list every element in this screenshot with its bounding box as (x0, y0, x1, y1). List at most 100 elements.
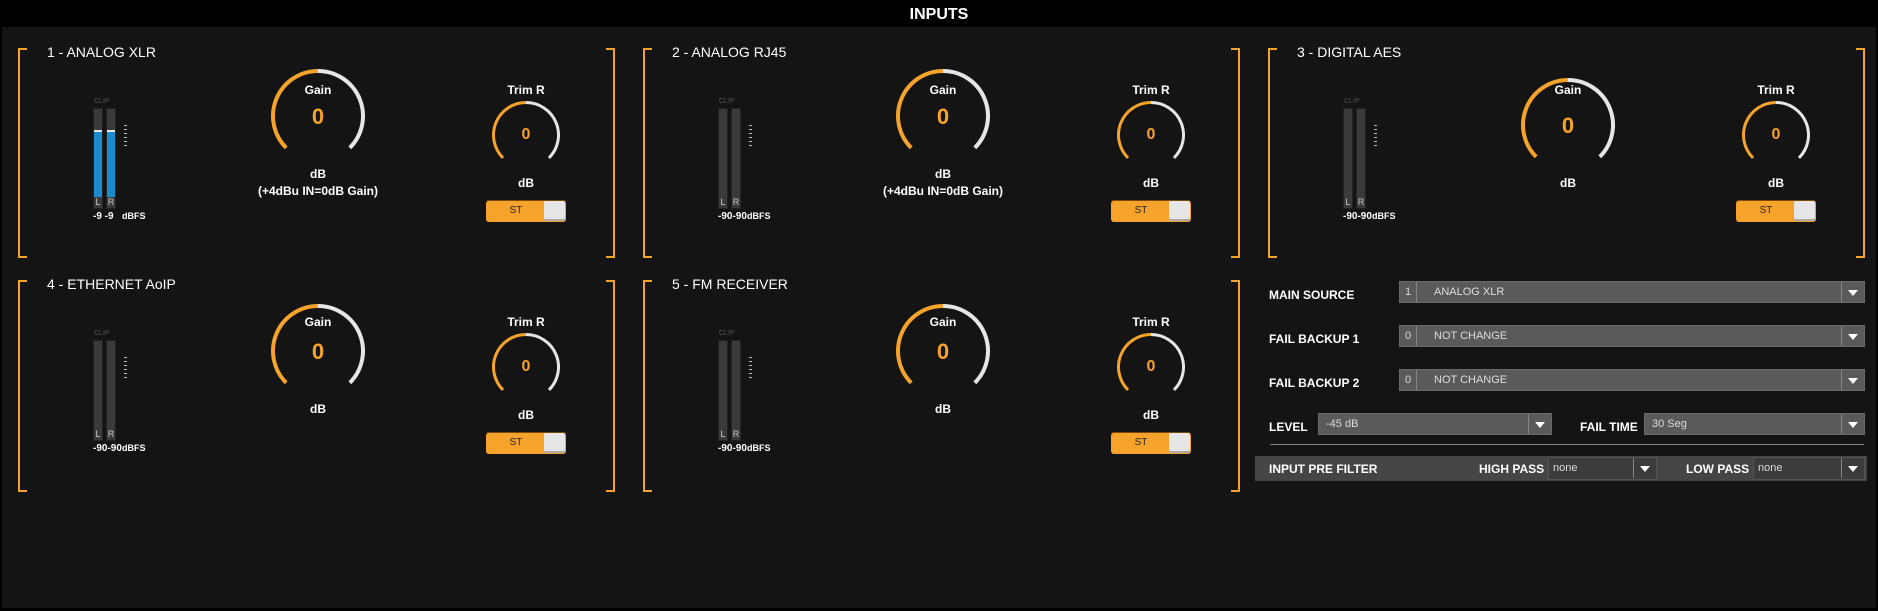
toggle-thumb[interactable] (544, 433, 565, 453)
gain-value: 0 (1561, 113, 1575, 138)
meter-bar-left: L (93, 108, 103, 209)
panel-bracket-left (1268, 48, 1277, 258)
trim-unit: dB (518, 408, 534, 422)
channel-label-right: R (107, 429, 115, 440)
fail-backup-2-select[interactable]: 0 NOT CHANGE (1399, 369, 1865, 391)
meter-scale (749, 125, 752, 147)
trim-knob[interactable]: 0 (491, 332, 561, 402)
channel-label-left: L (719, 429, 727, 440)
panel-bracket-right (1231, 48, 1240, 258)
meter-bar-left: L (718, 340, 728, 441)
high-pass-select[interactable]: none (1548, 457, 1657, 480)
meter-bar-left: L (93, 340, 103, 441)
page-title: INPUTS (2, 3, 1876, 27)
divider (1270, 444, 1864, 445)
low-pass-label: LOW PASS (1686, 462, 1750, 476)
panel-bracket-right (606, 280, 615, 492)
meter-bar-right: R (106, 108, 116, 209)
input-pre-filter-bar: INPUT PRE FILTER HIGH PASS none LOW PASS… (1255, 456, 1867, 481)
level-select[interactable]: -45 dB (1318, 413, 1552, 435)
chevron-down-icon[interactable] (1841, 282, 1864, 302)
chevron-down-icon[interactable] (1841, 370, 1864, 390)
trim-knob[interactable]: 0 (1741, 100, 1811, 170)
stereo-toggle[interactable]: ST (1111, 200, 1191, 222)
level-meter: CLIP L R -90-90 dBFS (718, 98, 808, 228)
chevron-down-icon[interactable] (1841, 458, 1864, 478)
toggle-thumb[interactable] (1794, 201, 1815, 221)
trim-label: Trim R (1132, 315, 1170, 329)
inputs-page: INPUTS 1 - ANALOG XLR CLIP L R -9 -9 dBF… (2, 3, 1876, 608)
meter-scale (749, 357, 752, 379)
channel-label-right: R (732, 197, 740, 208)
clip-indicator: CLIP (719, 98, 735, 105)
fail-backup-2-value: NOT CHANGE (1434, 374, 1508, 386)
clip-indicator: CLIP (94, 98, 110, 105)
fail-backup-2-label: FAIL BACKUP 2 (1269, 376, 1360, 390)
fail-backup-1-select[interactable]: 0 NOT CHANGE (1399, 325, 1865, 347)
trim-knob[interactable]: 0 (1116, 100, 1186, 170)
gain-knob[interactable]: 0 (270, 68, 366, 164)
stereo-toggle-label: ST (1134, 205, 1148, 216)
main-source-select[interactable]: 1 ANALOG XLR (1399, 281, 1865, 303)
level-meter: CLIP L R -90-90 dBFS (1343, 98, 1433, 228)
gain-knob[interactable]: 0 (895, 303, 991, 399)
level-meter: CLIP L R -90-90 dBFS (93, 330, 183, 460)
gain-unit: dB (935, 402, 951, 416)
input-panel-3: 3 - DIGITAL AES CLIP L R -90-90 dBFS Gai… (1268, 44, 1865, 258)
toggle-thumb[interactable] (1169, 201, 1190, 221)
chevron-down-icon[interactable] (1841, 326, 1864, 346)
stereo-toggle[interactable]: ST (1736, 200, 1816, 222)
meter-unit: dBFS (1372, 211, 1396, 221)
gain-knob[interactable]: 0 (1520, 77, 1616, 173)
low-pass-value: none (1758, 462, 1783, 474)
trim-value: 0 (1146, 358, 1156, 375)
stereo-toggle-label: ST (1759, 205, 1773, 216)
trim-value: 0 (1771, 126, 1781, 143)
channel-label-left: L (94, 429, 102, 440)
gain-unit: dB (935, 167, 951, 181)
gain-note: (+4dBu IN=0dB Gain) (882, 184, 1004, 198)
main-source-label: MAIN SOURCE (1269, 288, 1355, 302)
fail-backup-1-value: NOT CHANGE (1434, 330, 1508, 342)
input-pre-filter-label: INPUT PRE FILTER (1269, 462, 1378, 476)
trim-unit: dB (1768, 176, 1784, 190)
gain-knob[interactable]: 0 (895, 68, 991, 164)
panel-bracket-right (1231, 280, 1240, 492)
chevron-down-icon[interactable] (1528, 414, 1551, 434)
meter-values: -90-90 (1343, 211, 1372, 222)
toggle-thumb[interactable] (1169, 433, 1190, 453)
clip-indicator: CLIP (719, 330, 735, 337)
trim-value: 0 (521, 126, 531, 143)
gain-knob[interactable]: 0 (270, 303, 366, 399)
meter-bar-right: R (731, 108, 741, 209)
stereo-toggle-label: ST (509, 205, 523, 216)
panel-title: 4 - ETHERNET AoIP (47, 276, 176, 292)
fail-time-value: 30 Seg (1652, 418, 1687, 430)
panel-title: 3 - DIGITAL AES (1297, 44, 1402, 60)
trim-knob[interactable]: 0 (1116, 332, 1186, 402)
stereo-toggle[interactable]: ST (1111, 432, 1191, 454)
channel-label-right: R (732, 429, 740, 440)
panel-bracket-right (606, 48, 615, 258)
stereo-toggle[interactable]: ST (486, 200, 566, 222)
panel-bracket-left (643, 48, 652, 258)
channel-label-right: R (1357, 197, 1365, 208)
panel-bracket-right (1856, 48, 1865, 258)
trim-label: Trim R (1132, 83, 1170, 97)
trim-value: 0 (1146, 126, 1156, 143)
fail-time-select[interactable]: 30 Seg (1644, 413, 1865, 435)
trim-unit: dB (518, 176, 534, 190)
low-pass-select[interactable]: none (1753, 457, 1865, 480)
panel-title: 2 - ANALOG RJ45 (672, 44, 787, 60)
level-label: LEVEL (1269, 420, 1308, 434)
panel-title: 1 - ANALOG XLR (47, 44, 156, 60)
stereo-toggle[interactable]: ST (486, 432, 566, 454)
chevron-down-icon[interactable] (1633, 458, 1656, 478)
gain-note: (+4dBu IN=0dB Gain) (257, 184, 379, 198)
chevron-down-icon[interactable] (1841, 414, 1864, 434)
trim-knob[interactable]: 0 (491, 100, 561, 170)
fail-backup-1-label: FAIL BACKUP 1 (1269, 332, 1360, 346)
trim-unit: dB (1143, 408, 1159, 422)
gain-value: 0 (311, 339, 325, 364)
toggle-thumb[interactable] (544, 201, 565, 221)
